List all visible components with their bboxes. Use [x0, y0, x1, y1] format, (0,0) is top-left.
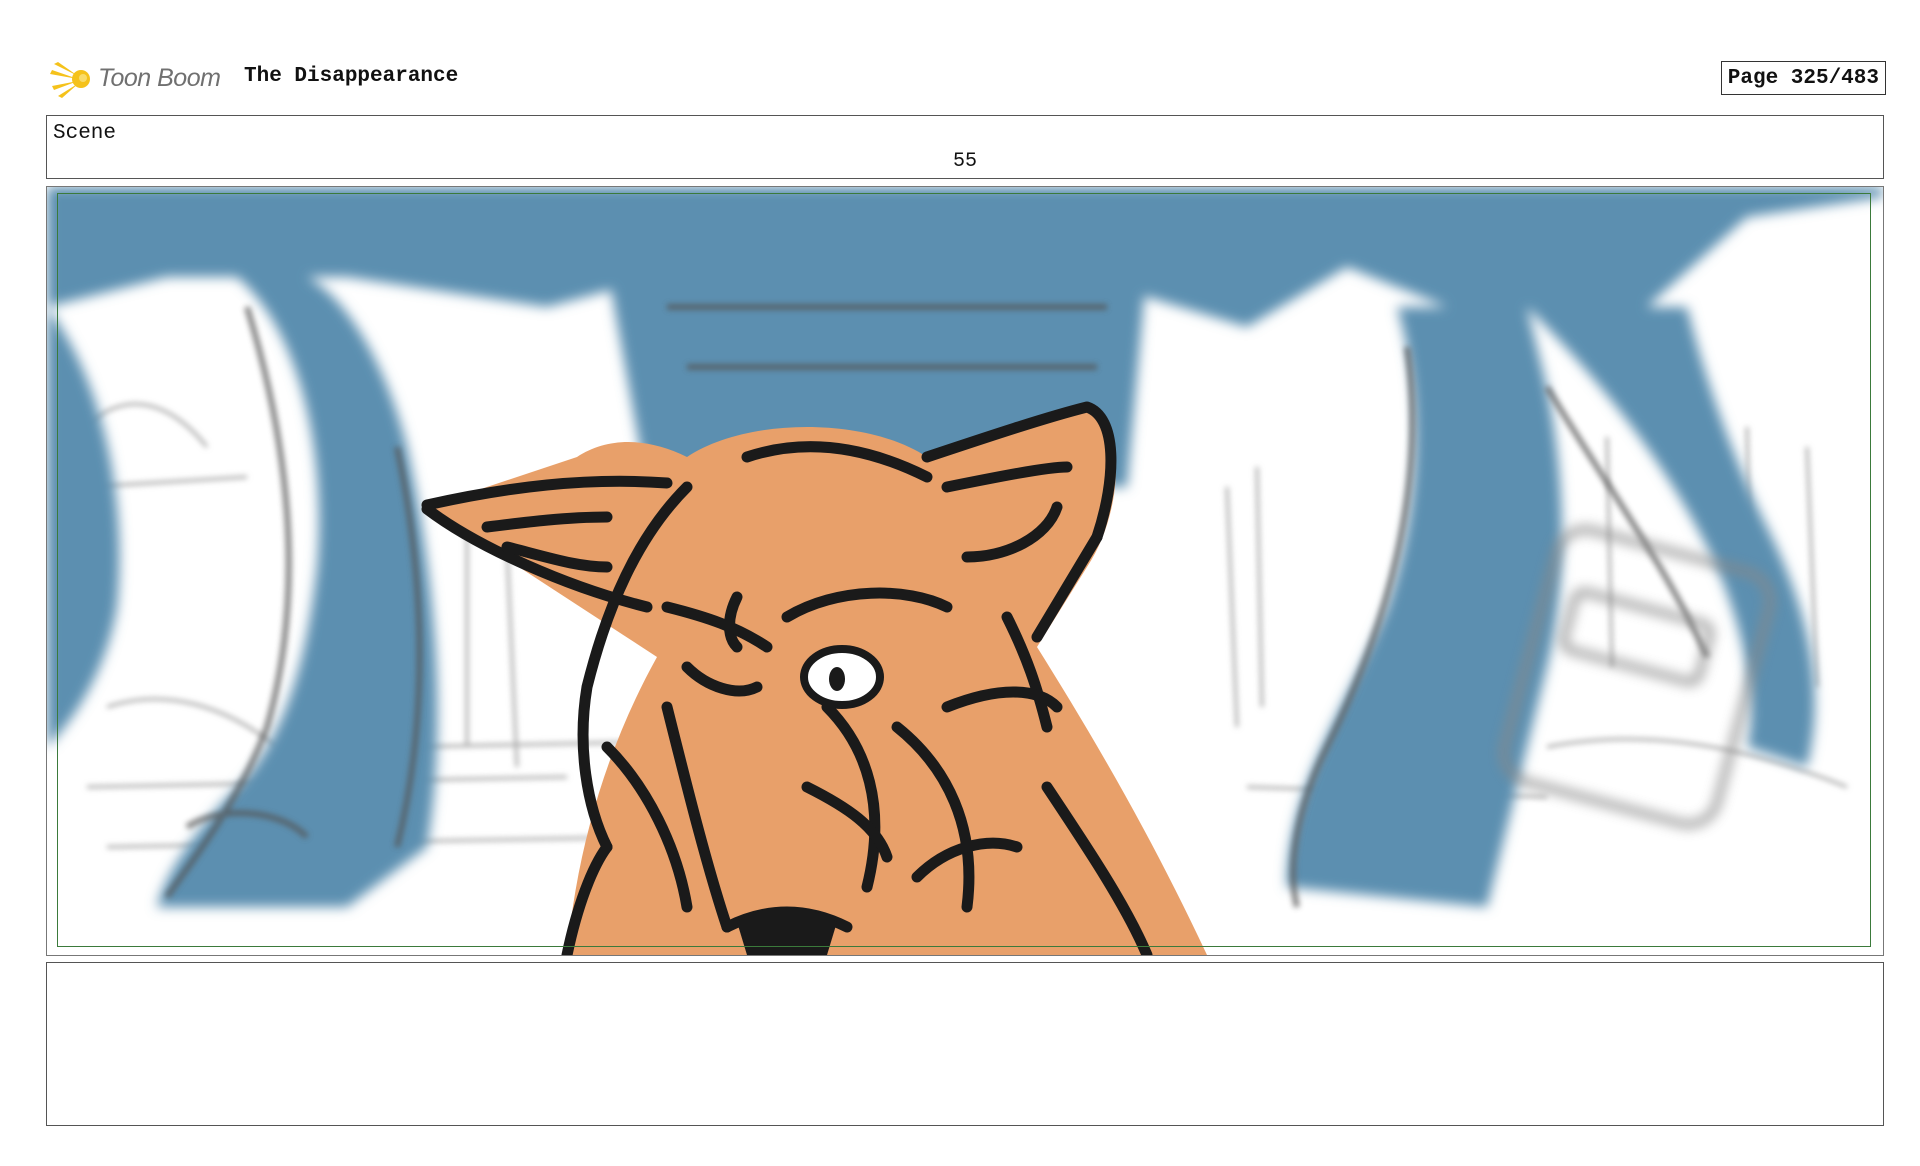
fox-nose: [737, 907, 837, 955]
scene-field: Scene 55: [46, 115, 1884, 179]
scene-number: 55: [952, 150, 977, 173]
toon-boom-logo: Toon Boom: [48, 54, 221, 102]
action-notes-field: [46, 962, 1884, 1126]
fox-character: [421, 401, 1207, 955]
project-title: The Disappearance: [244, 65, 459, 88]
storyboard-panel: [46, 186, 1884, 956]
panel-drawing: [47, 187, 1883, 955]
toon-boom-burst-icon: [50, 62, 90, 98]
scene-label: Scene: [53, 122, 117, 145]
page-indicator: Page 325/483: [1720, 61, 1886, 95]
storyboard-header: Toon Boom The Disappearance Page 325/483: [48, 52, 1886, 104]
logo-text: Toon Boom: [98, 63, 221, 92]
